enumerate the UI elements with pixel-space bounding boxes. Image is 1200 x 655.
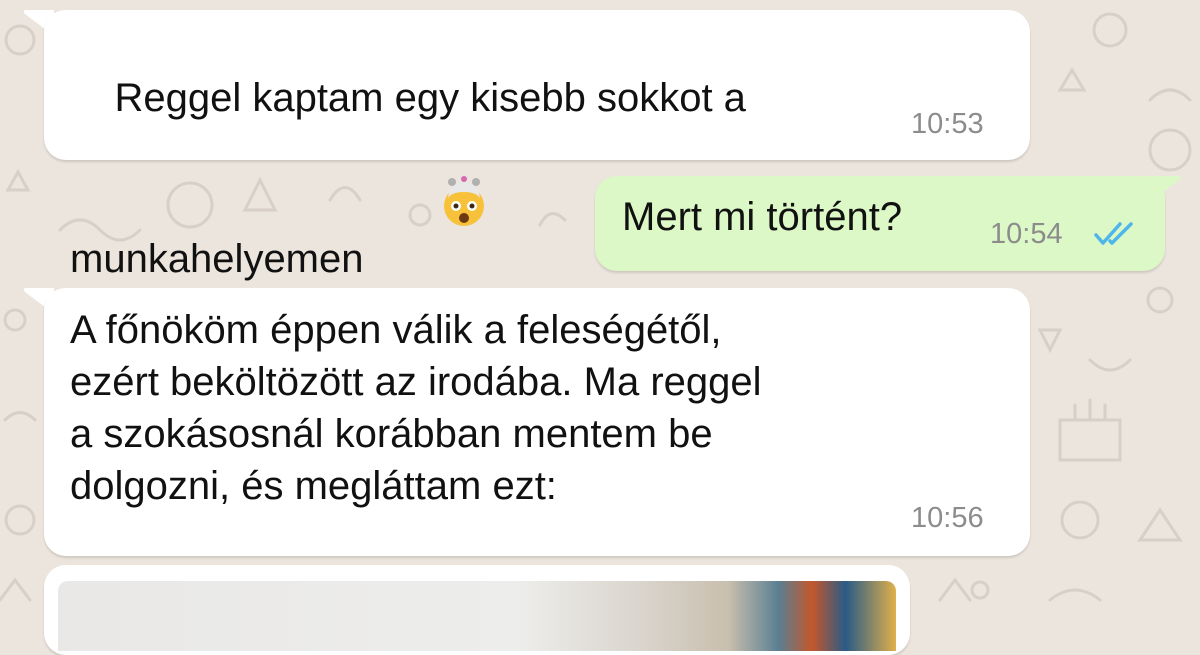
message-text: A főnököm éppen válik a feleségétől, ezé…	[70, 308, 762, 508]
message-time: 10:54	[990, 218, 1063, 250]
double-check-read-icon	[1094, 222, 1133, 245]
message-time: 10:53	[911, 108, 984, 140]
message-text: Mert mi történt?	[622, 195, 903, 239]
message-time: 10:56	[911, 502, 984, 534]
exploding-head-emoji	[372, 124, 491, 293]
bubble-tail	[1150, 176, 1181, 202]
image-thumbnail[interactable]	[58, 581, 896, 651]
